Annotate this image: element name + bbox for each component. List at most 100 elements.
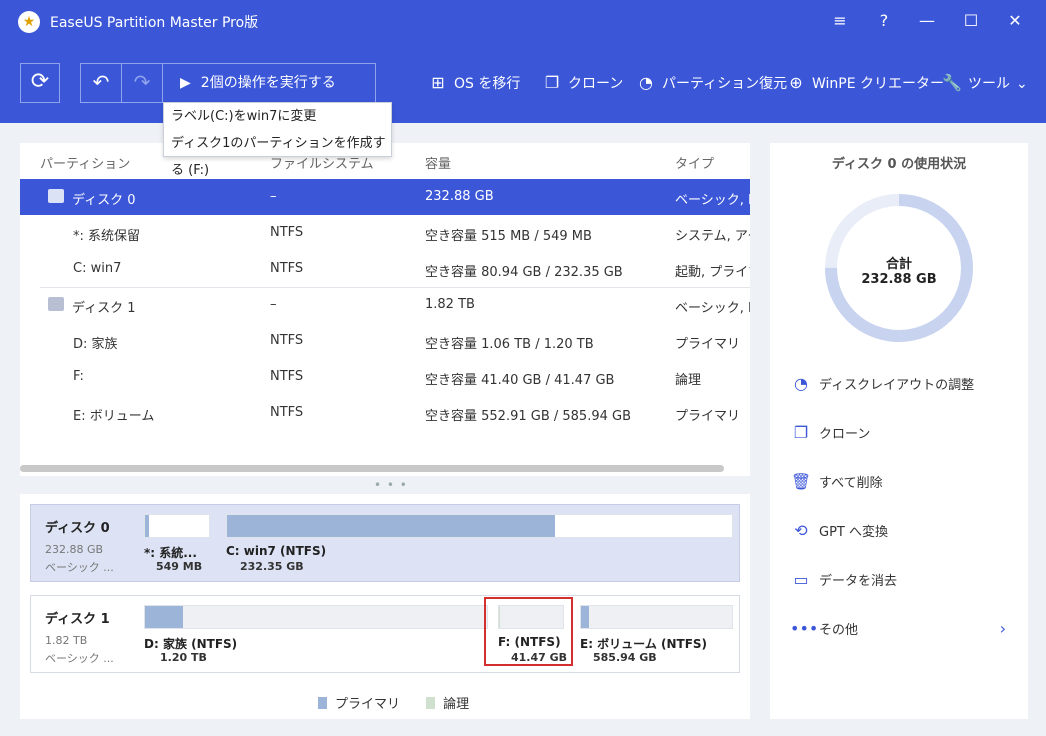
windows-icon: ⊞ [431,73,445,92]
partition-name: D: 家族 (NTFS) [144,637,238,651]
partition-bar [144,514,210,538]
disk-card-disk0[interactable]: ディスク 0 232.88 GB ベーシック ... *: 系統... 549 … [30,504,740,582]
winpe-creator-button[interactable]: ⊕ WinPE クリエーター [786,72,944,94]
disk-name: ディスク 1 [45,612,110,627]
partition-usage-fill [581,606,589,628]
disk-icon [48,189,64,203]
row-type: ベーシック, MB [675,301,750,316]
partition-usage-fill [145,515,149,537]
convert-gpt-icon: ⟲ [794,521,808,540]
action-label: ディスクレイアウトの調整 [819,378,975,393]
partition-bar [580,605,733,629]
column-header-partition[interactable]: パーティション [40,153,130,172]
disk-map: ディスク 0 232.88 GB ベーシック ... *: 系統... 549 … [20,494,750,719]
row-type: 起動, プライマ [675,265,750,280]
action-label: GPT へ変換 [819,525,888,540]
undo-icon: ↶ [92,70,110,94]
more-action[interactable]: •••その他 › [790,616,1010,642]
action-label: データを消去 [819,574,898,589]
disk-card-disk1[interactable]: ディスク 1 1.82 TB ベーシック ... D: 家族 (NTFS) 1.… [30,595,740,673]
row-fs: NTFS [270,369,304,384]
tool-label: ツール [968,76,1010,92]
disk-icon [48,297,64,311]
operation-group: ↶ ↷ ▶ 2個の操作を実行する [80,63,376,103]
chevron-down-icon: ⌄ [1016,76,1028,92]
row-name: ディスク 1 [72,301,136,316]
refresh-button[interactable]: ⟳ [20,63,60,103]
pending-operations-popup: ラベル(C:)をwin7に変更 ディスク1のパーティションを作成する (F:) [163,102,392,178]
row-capacity: 空き容量 515 MB / 549 MB [425,229,592,244]
row-name: D: 家族 [73,337,118,352]
table-row[interactable]: D: 家族 NTFS 空き容量 1.06 TB / 1.20 TB プライマリ [20,323,750,359]
table-row-disk1[interactable]: ディスク 1 – 1.82 TB ベーシック, MB [20,287,750,323]
partition-recovery-button[interactable]: ◔ パーティション復元 [636,72,787,94]
partition-size: 232.35 GB [240,560,304,573]
column-header-capacity[interactable]: 容量 [425,153,451,172]
row-fs: NTFS [270,405,304,420]
action-label: その他 [819,623,859,638]
row-fs: – [270,297,277,312]
disk-size: 232.88 GB [45,543,104,556]
header: ★ EaseUS Partition Master Pro版 ≡ ? — ☐ ✕… [0,0,1046,123]
tool-label: クローン [568,76,624,92]
row-type: プライマリ [675,409,741,424]
total-value: 232.88 GB [861,272,937,287]
convert-gpt-action[interactable]: ⟲ GPT へ変換 [790,518,1010,544]
trash-icon: 🗑 [790,472,812,491]
maximize-icon[interactable]: ☐ [956,8,986,34]
action-label: すべて削除 [819,476,883,491]
horizontal-scrollbar[interactable] [20,465,724,472]
table-row[interactable]: *: 系统保留 NTFS 空き容量 515 MB / 549 MB システム, … [20,215,750,251]
row-capacity: 232.88 GB [425,189,494,204]
row-capacity: 1.82 TB [425,297,475,312]
row-type: ベーシック, MB [675,193,750,208]
title-bar: ★ EaseUS Partition Master Pro版 ≡ ? — ☐ ✕ [0,0,1046,42]
pending-operation-item[interactable]: ラベル(C:)をwin7に変更 [164,103,391,130]
redo-button[interactable]: ↷ [122,64,163,102]
row-fs: – [270,189,277,204]
table-row[interactable]: E: ボリューム NTFS 空き容量 552.91 GB / 585.94 GB… [20,395,750,431]
partition-table: パーティション ファイルシステム 容量 タイプ ディスク 0 – 232.88 … [20,143,750,476]
row-type: システム, アクテ [675,229,750,244]
execute-operations-button[interactable]: ▶ 2個の操作を実行する [164,64,376,102]
row-capacity: 空き容量 1.06 TB / 1.20 TB [425,337,594,352]
play-icon: ▶ [180,75,191,91]
minimize-icon[interactable]: — [912,8,942,34]
delete-all-action[interactable]: 🗑 すべて削除 [790,469,1010,495]
usage-title: ディスク 0 の使用状況 [831,157,967,172]
table-row-disk0[interactable]: ディスク 0 – 232.88 GB ベーシック, MB [20,179,750,215]
migrate-os-button[interactable]: ⊞ OS を移行 [428,72,520,94]
adjust-layout-action[interactable]: ◔ ディスクレイアウトの調整 [790,371,1010,397]
undo-button[interactable]: ↶ [81,64,122,102]
row-name: F: [73,369,84,384]
row-fs: NTFS [270,225,304,240]
chevron-right-icon: › [999,619,1006,638]
pie-chart-icon: ◔ [794,374,808,393]
clone-tool-button[interactable]: ❐ クローン [542,72,623,94]
tool-label: OS を移行 [454,76,521,92]
pending-operation-item[interactable]: ディスク1のパーティションを作成する (F:) [164,130,391,178]
row-type: プライマリ [675,337,741,352]
row-type: 論理 [675,373,702,388]
splitter-grip-icon[interactable]: • • • [374,478,408,492]
partition-usage-fill [145,606,183,628]
partition-size: 585.94 GB [593,651,657,664]
execute-label: 2個の操作を実行する [200,75,336,91]
disk-type: ベーシック ... [45,561,114,574]
close-icon[interactable]: ✕ [1000,8,1030,34]
table-row[interactable]: C: win7 NTFS 空き容量 80.94 GB / 232.35 GB 起… [20,251,750,287]
table-row[interactable]: F: NTFS 空き容量 41.40 GB / 41.47 GB 論理 [20,359,750,395]
help-icon[interactable]: ? [869,8,899,34]
tools-menu-button[interactable]: 🔧 ツール ⌄ [942,72,1028,94]
row-name: *: 系统保留 [73,229,141,244]
partition-name: E: ボリューム (NTFS) [580,637,708,651]
column-header-type[interactable]: タイプ [675,153,714,172]
wipe-data-action[interactable]: ▭ データを消去 [790,567,1010,593]
row-capacity: 空き容量 552.91 GB / 585.94 GB [425,409,632,424]
wrench-icon: 🔧 [942,73,962,92]
disk-type: ベーシック ... [45,652,114,665]
clone-action[interactable]: ❐ クローン [790,420,1010,446]
row-capacity: 空き容量 41.40 GB / 41.47 GB [425,373,615,388]
menu-icon[interactable]: ≡ [825,8,855,34]
eraser-icon: ▭ [793,570,809,589]
